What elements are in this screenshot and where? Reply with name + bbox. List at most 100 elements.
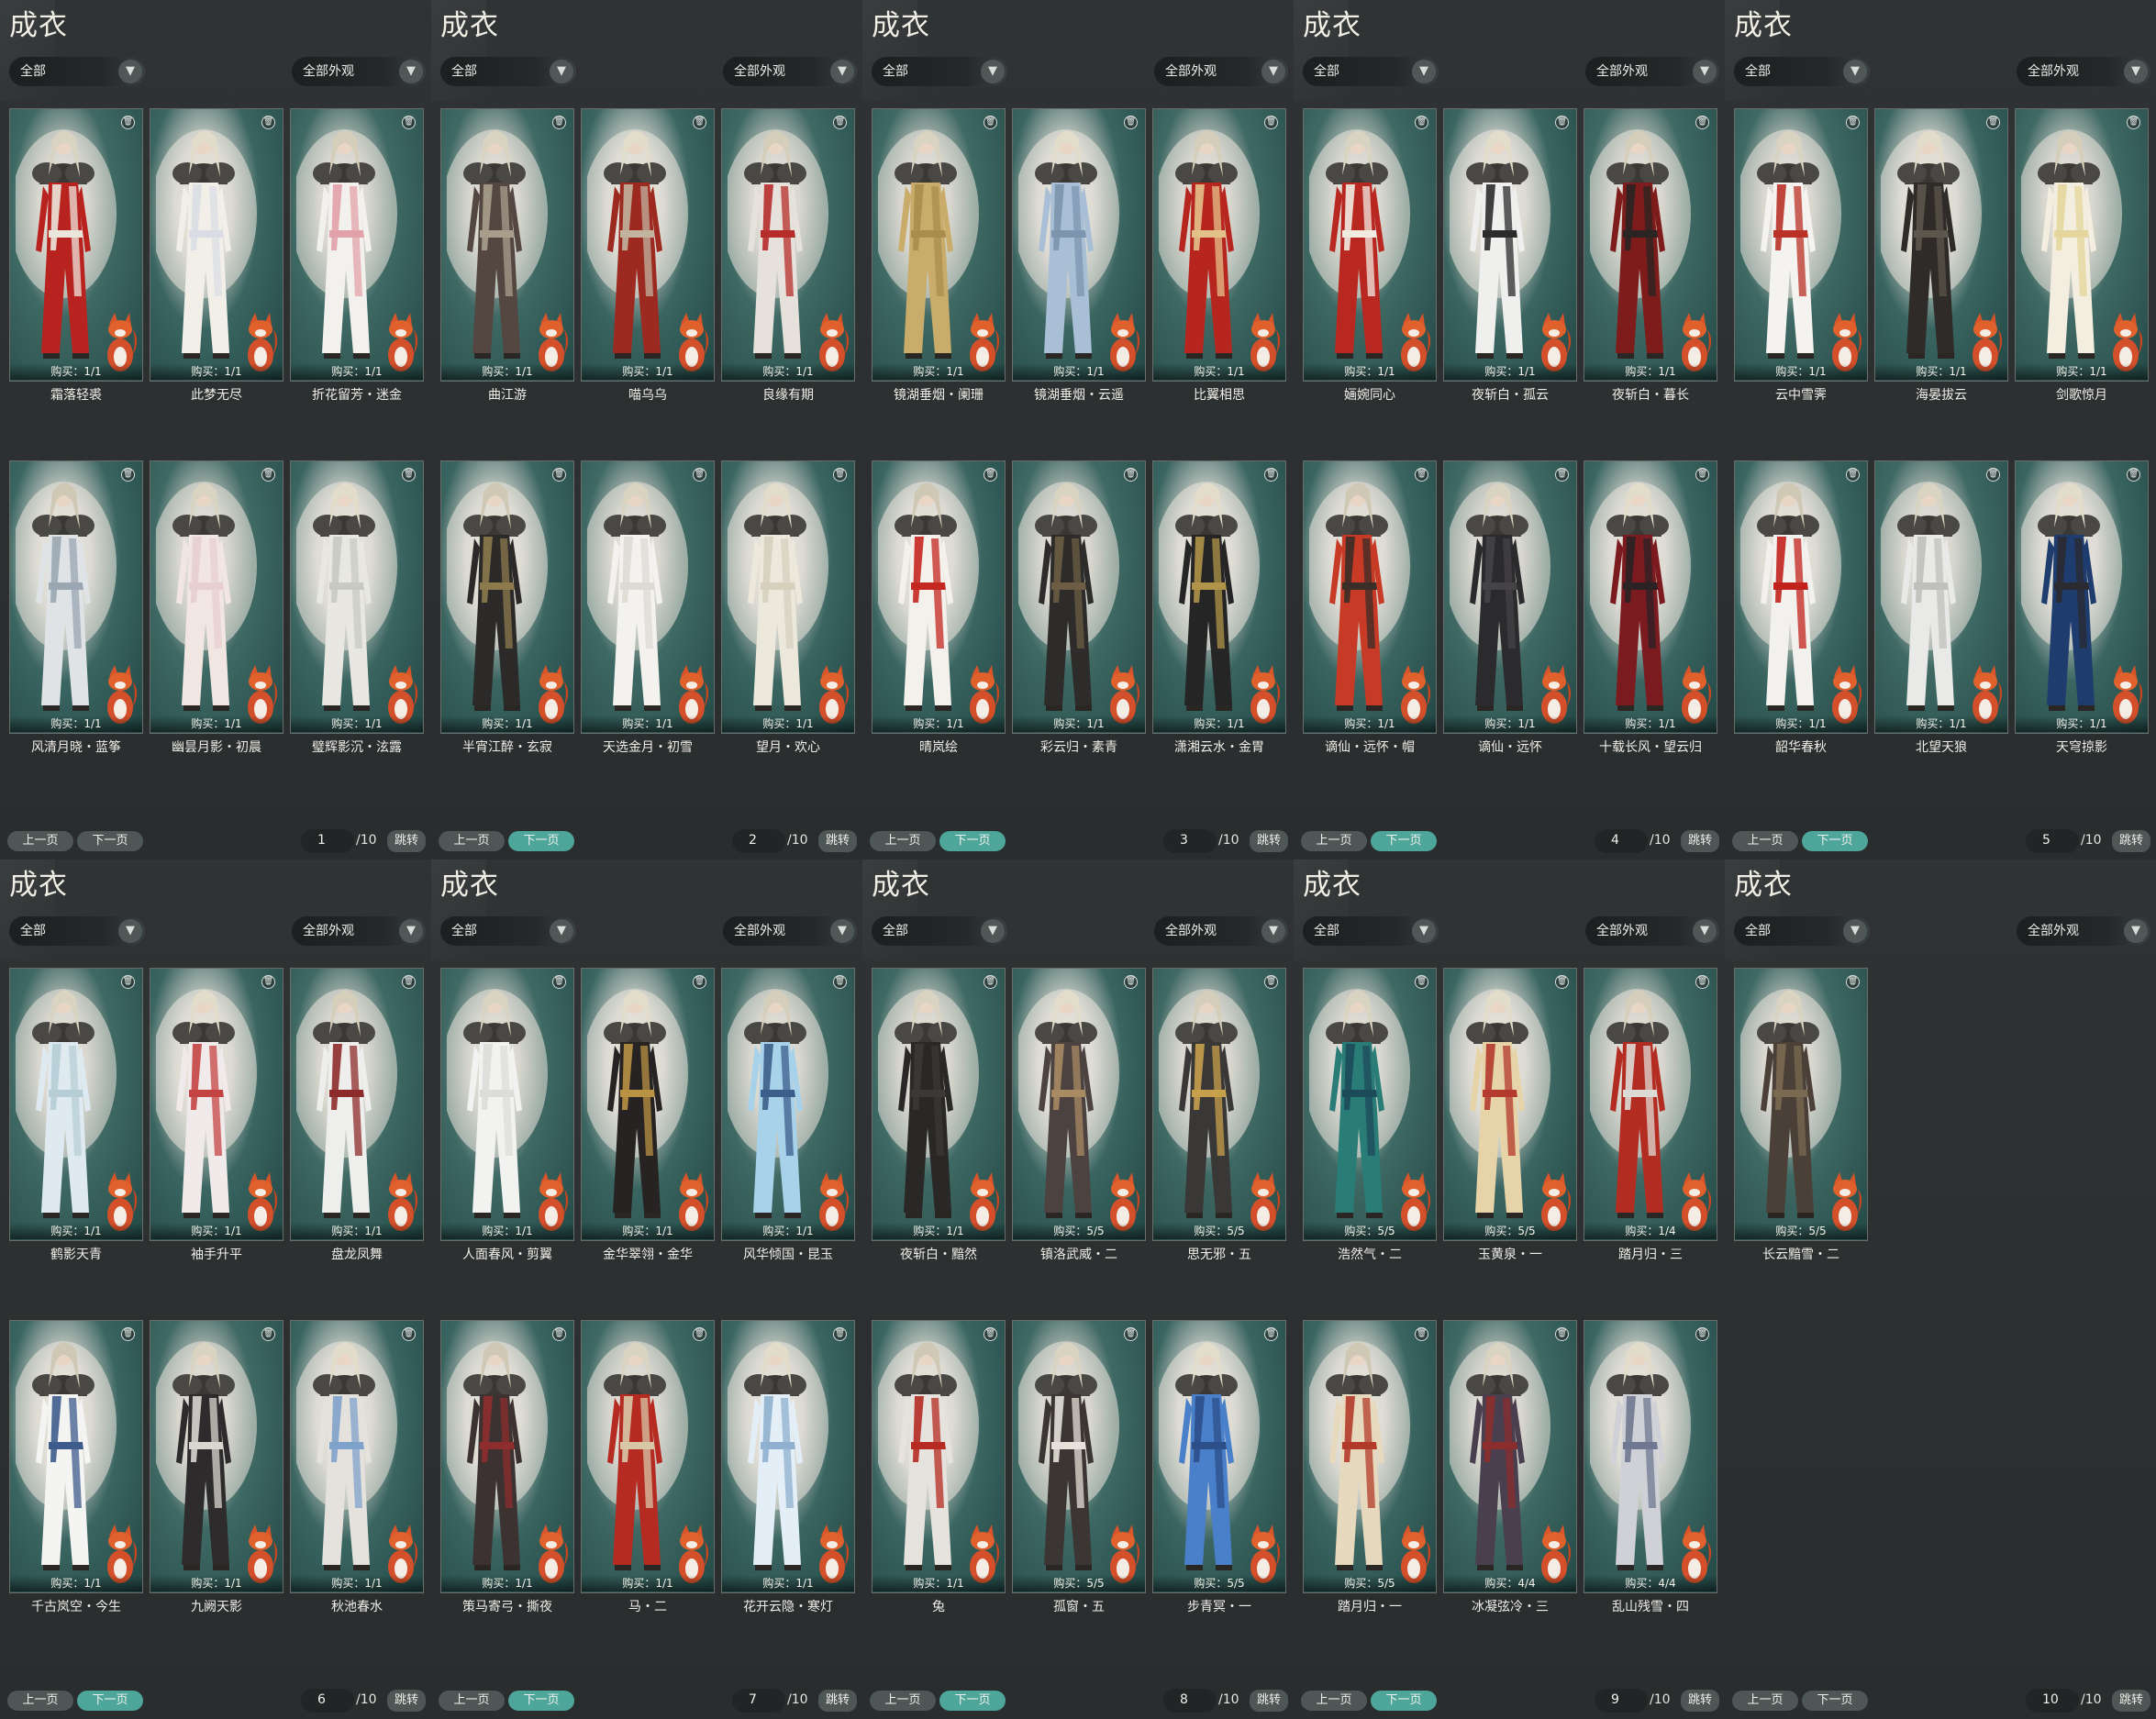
trash-icon[interactable]: 🗑 — [552, 1327, 566, 1341]
trash-icon[interactable]: 🗑 — [261, 1327, 275, 1341]
trash-icon[interactable]: 🗑 — [121, 975, 135, 989]
trash-icon[interactable]: 🗑 — [984, 975, 997, 989]
trash-icon[interactable]: 🗑 — [121, 1327, 135, 1341]
next-page-button[interactable]: 下一页 — [508, 831, 574, 851]
category-filter-dropdown[interactable]: 全部 ▼ — [9, 57, 145, 86]
outfit-card[interactable]: 🗑 购买：1/4 — [1584, 968, 1717, 1241]
category-filter-dropdown[interactable]: 全部 ▼ — [440, 916, 576, 946]
outfit-card[interactable]: 🗑 购买：1/1 — [581, 968, 715, 1241]
trash-icon[interactable]: 🗑 — [402, 1327, 416, 1341]
trash-icon[interactable]: 🗑 — [1264, 1327, 1278, 1341]
prev-page-button[interactable]: 上一页 — [7, 831, 73, 851]
outfit-card[interactable]: 🗑 购买：1/1 — [721, 108, 855, 382]
outfit-card[interactable]: 🗑 购买：1/1 — [581, 460, 715, 734]
outfit-card[interactable]: 🗑 购买：1/1 — [1152, 108, 1286, 382]
trash-icon[interactable]: 🗑 — [1555, 975, 1569, 989]
prev-page-button[interactable]: 上一页 — [1301, 831, 1367, 851]
trash-icon[interactable]: 🗑 — [984, 116, 997, 129]
jump-button[interactable]: 跳转 — [2112, 830, 2150, 852]
trash-icon[interactable]: 🗑 — [1415, 1327, 1428, 1341]
trash-icon[interactable]: 🗑 — [552, 975, 566, 989]
outfit-card[interactable]: 🗑 购买：5/5 — [1443, 968, 1577, 1241]
next-page-button[interactable]: 下一页 — [1802, 831, 1868, 851]
trash-icon[interactable]: 🗑 — [984, 1327, 997, 1341]
outfit-card[interactable]: 🗑 购买：1/1 — [1874, 460, 2008, 734]
trash-icon[interactable]: 🗑 — [984, 468, 997, 482]
outfit-card[interactable]: 🗑 购买：1/1 — [872, 460, 1006, 734]
outfit-card[interactable]: 🗑 购买：1/1 — [9, 1320, 143, 1593]
outfit-card[interactable]: 🗑 购买：1/1 — [9, 968, 143, 1241]
outfit-card[interactable]: 🗑 购买：1/1 — [290, 460, 424, 734]
outfit-card[interactable]: 🗑 购买：5/5 — [1303, 968, 1437, 1241]
trash-icon[interactable]: 🗑 — [121, 116, 135, 129]
trash-icon[interactable]: 🗑 — [1555, 468, 1569, 482]
category-filter-dropdown[interactable]: 全部 ▼ — [872, 57, 1007, 86]
outfit-card[interactable]: 🗑 购买：1/1 — [1012, 460, 1146, 734]
jump-button[interactable]: 跳转 — [818, 1690, 857, 1712]
trash-icon[interactable]: 🗑 — [833, 1327, 847, 1341]
prev-page-button[interactable]: 上一页 — [439, 831, 505, 851]
trash-icon[interactable]: 🗑 — [2127, 468, 2140, 482]
outfit-card[interactable]: 🗑 购买：1/1 — [872, 1320, 1006, 1593]
outfit-card[interactable]: 🗑 购买：4/4 — [1584, 1320, 1717, 1593]
trash-icon[interactable]: 🗑 — [1415, 975, 1428, 989]
appearance-filter-dropdown[interactable]: 全部外观 ▼ — [1154, 57, 1288, 86]
next-page-button[interactable]: 下一页 — [1371, 1691, 1437, 1711]
outfit-card[interactable]: 🗑 购买：5/5 — [1012, 968, 1146, 1241]
next-page-button[interactable]: 下一页 — [939, 831, 1006, 851]
trash-icon[interactable]: 🗑 — [402, 468, 416, 482]
outfit-card[interactable]: 🗑 购买：1/1 — [721, 968, 855, 1241]
prev-page-button[interactable]: 上一页 — [7, 1691, 73, 1711]
next-page-button[interactable]: 下一页 — [1371, 831, 1437, 851]
outfit-card[interactable]: 🗑 购买：1/1 — [1443, 108, 1577, 382]
outfit-card[interactable]: 🗑 购买：1/1 — [1584, 108, 1717, 382]
outfit-card[interactable]: 🗑 购买：1/1 — [1874, 108, 2008, 382]
outfit-card[interactable]: 🗑 购买：1/1 — [1584, 460, 1717, 734]
trash-icon[interactable]: 🗑 — [1555, 1327, 1569, 1341]
outfit-card[interactable]: 🗑 购买：1/1 — [1303, 460, 1437, 734]
outfit-card[interactable]: 🗑 购买：1/1 — [1012, 108, 1146, 382]
outfit-card[interactable]: 🗑 购买：5/5 — [1012, 1320, 1146, 1593]
trash-icon[interactable]: 🗑 — [833, 975, 847, 989]
category-filter-dropdown[interactable]: 全部 ▼ — [440, 57, 576, 86]
outfit-card[interactable]: 🗑 购买：1/1 — [721, 1320, 855, 1593]
page-input[interactable] — [1595, 829, 1648, 853]
trash-icon[interactable]: 🗑 — [1846, 116, 1860, 129]
trash-icon[interactable]: 🗑 — [402, 975, 416, 989]
prev-page-button[interactable]: 上一页 — [1732, 831, 1798, 851]
trash-icon[interactable]: 🗑 — [1695, 975, 1709, 989]
outfit-card[interactable]: 🗑 购买：1/1 — [581, 108, 715, 382]
outfit-card[interactable]: 🗑 购买：4/4 — [1443, 1320, 1577, 1593]
next-page-button[interactable]: 下一页 — [77, 831, 143, 851]
prev-page-button[interactable]: 上一页 — [1301, 1691, 1367, 1711]
jump-button[interactable]: 跳转 — [2112, 1690, 2150, 1712]
outfit-card[interactable]: 🗑 购买：1/1 — [440, 108, 574, 382]
jump-button[interactable]: 跳转 — [387, 1690, 426, 1712]
trash-icon[interactable]: 🗑 — [1846, 975, 1860, 989]
outfit-card[interactable]: 🗑 购买：1/1 — [1734, 108, 1868, 382]
outfit-card[interactable]: 🗑 购买：1/1 — [150, 460, 283, 734]
trash-icon[interactable]: 🗑 — [833, 116, 847, 129]
trash-icon[interactable]: 🗑 — [121, 468, 135, 482]
page-input[interactable] — [301, 829, 354, 853]
trash-icon[interactable]: 🗑 — [552, 116, 566, 129]
category-filter-dropdown[interactable]: 全部 ▼ — [872, 916, 1007, 946]
outfit-card[interactable]: 🗑 购买：5/5 — [1152, 968, 1286, 1241]
appearance-filter-dropdown[interactable]: 全部外观 ▼ — [2017, 916, 2150, 946]
outfit-card[interactable]: 🗑 购买：1/1 — [872, 108, 1006, 382]
outfit-card[interactable]: 🗑 购买：1/1 — [150, 1320, 283, 1593]
outfit-card[interactable]: 🗑 购买：1/1 — [872, 968, 1006, 1241]
appearance-filter-dropdown[interactable]: 全部外观 ▼ — [723, 916, 857, 946]
trash-icon[interactable]: 🗑 — [833, 468, 847, 482]
outfit-card[interactable]: 🗑 购买：5/5 — [1734, 968, 1868, 1241]
trash-icon[interactable]: 🗑 — [1264, 116, 1278, 129]
prev-page-button[interactable]: 上一页 — [870, 1691, 936, 1711]
trash-icon[interactable]: 🗑 — [1555, 116, 1569, 129]
jump-button[interactable]: 跳转 — [818, 830, 857, 852]
outfit-card[interactable]: 🗑 购买：1/1 — [1303, 108, 1437, 382]
outfit-card[interactable]: 🗑 购买：1/1 — [1152, 460, 1286, 734]
next-page-button[interactable]: 下一页 — [77, 1691, 143, 1711]
trash-icon[interactable]: 🗑 — [1986, 116, 2000, 129]
appearance-filter-dropdown[interactable]: 全部外观 ▼ — [292, 57, 426, 86]
trash-icon[interactable]: 🗑 — [2127, 116, 2140, 129]
